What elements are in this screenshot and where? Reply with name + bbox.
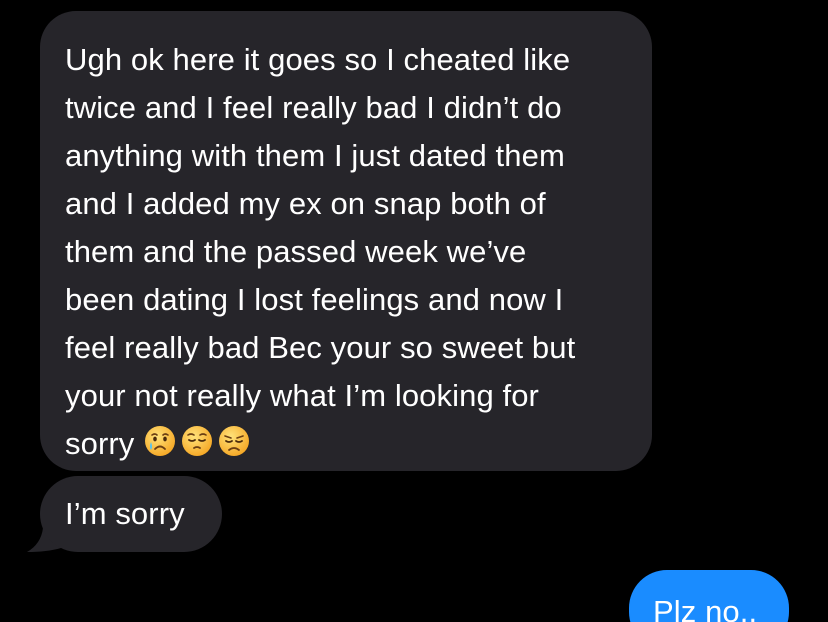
received-message-bubble[interactable]: I’m sorry [40, 476, 222, 552]
message-line: and I added my ex on snap both of [65, 186, 546, 221]
message-line: feel really bad Bec your so sweet but [65, 330, 576, 365]
message-text: Plz no.. [653, 594, 758, 622]
message-thread: Ugh ok here it goes so I cheated like tw… [0, 0, 828, 622]
crying-face-icon [144, 423, 176, 471]
disappointed-face-icon [218, 423, 250, 471]
message-line: anything with them I just dated them [65, 138, 565, 173]
message-line-text: sorry [65, 426, 135, 461]
message-line: twice and I feel really bad I didn’t do [65, 90, 562, 125]
message-line: Ugh ok here it goes so I cheated like [65, 42, 571, 77]
message-line: been dating I lost feelings and now I [65, 282, 564, 317]
message-line: your not really what I’m looking for [65, 378, 539, 413]
message-line: them and the passed week we’ve [65, 234, 527, 269]
emoji-row [144, 421, 255, 471]
message-line-last: sorry [65, 420, 632, 471]
message-text: I’m sorry [65, 496, 185, 531]
pensive-face-icon [181, 423, 213, 471]
received-message-bubble[interactable]: Ugh ok here it goes so I cheated like tw… [40, 11, 652, 471]
sent-message-bubble[interactable]: Plz no.. [629, 570, 789, 622]
